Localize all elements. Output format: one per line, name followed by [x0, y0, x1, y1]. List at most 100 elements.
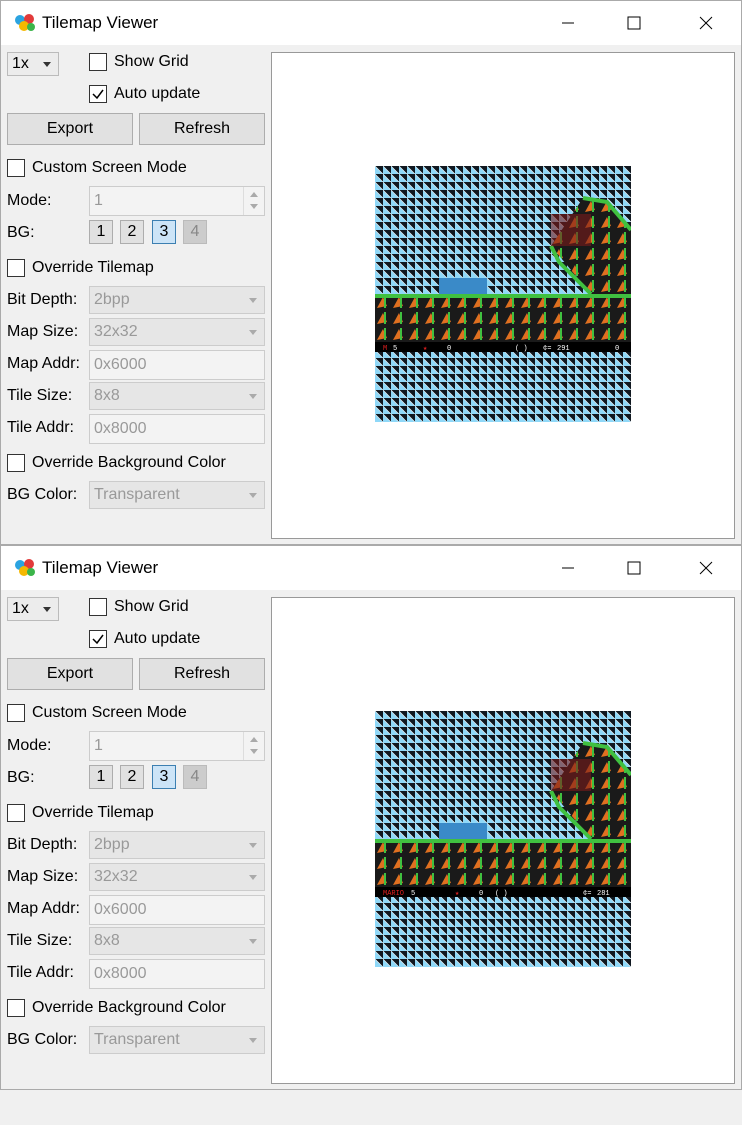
show-grid-label: Show Grid [114, 598, 189, 615]
map-size-select[interactable]: 32x32 [89, 318, 265, 346]
chevron-down-icon [249, 939, 257, 944]
custom-screen-mode-label: Custom Screen Mode [32, 159, 187, 176]
bit-depth-select[interactable]: 2bpp [89, 286, 265, 314]
mode-spinbox[interactable]: 1 [89, 731, 265, 761]
chevron-down-icon [43, 62, 51, 67]
export-button[interactable]: Export [7, 113, 133, 145]
chevron-down-icon [43, 607, 51, 612]
tilemap-canvas[interactable]: M 5 ★ 0 ( ) ¢= 291 0 [271, 52, 735, 539]
bg-color-label: BG Color: [7, 1031, 78, 1048]
show-grid-checkbox[interactable]: Show Grid [89, 598, 189, 616]
minimize-button[interactable] [553, 9, 583, 37]
tilemap-canvas[interactable]: MARIO 5 ★ 0 ( ) ¢= 281 [271, 597, 735, 1084]
tile-size-label: Tile Size: [7, 932, 73, 949]
hud-coins-count: 291 [557, 345, 570, 353]
maximize-button[interactable] [619, 554, 649, 582]
map-size-label: Map Size: [7, 868, 79, 885]
override-tilemap-checkbox[interactable]: Override Tilemap [7, 804, 154, 822]
tile-addr-input[interactable]: 0x8000 [89, 959, 265, 989]
override-tilemap-checkbox[interactable]: Override Tilemap [7, 259, 154, 277]
bg-color-select[interactable]: Transparent [89, 481, 265, 509]
bit-depth-select[interactable]: 2bpp [89, 831, 265, 859]
checkbox-box[interactable] [7, 804, 25, 822]
tile-size-select[interactable]: 8x8 [89, 927, 265, 955]
tilemap-viewer-window: Tilemap Viewer 1x Show Grid Auto update … [0, 0, 742, 545]
checkbox-box[interactable] [89, 53, 107, 71]
ground-tiles [375, 839, 631, 887]
map-addr-input[interactable]: 0x6000 [89, 350, 265, 380]
bg-layer-4-button[interactable]: 4 [183, 220, 207, 244]
map-size-label: Map Size: [7, 323, 79, 340]
coin-icon: ¢= [543, 345, 551, 353]
item-box-icon: ( ) [495, 890, 508, 898]
zoom-value: 1x [12, 600, 29, 617]
zoom-select[interactable]: 1x [7, 597, 59, 621]
checkbox-box[interactable] [7, 259, 25, 277]
minimize-button[interactable] [553, 554, 583, 582]
checkbox-box[interactable] [7, 454, 25, 472]
window-title: Tilemap Viewer [42, 13, 159, 32]
bg-layer-buttons: 1 2 3 4 [89, 765, 209, 789]
checkbox-box[interactable] [89, 598, 107, 616]
auto-update-checkbox[interactable]: Auto update [89, 85, 200, 103]
spin-up-icon [250, 192, 258, 197]
mode-spinbox[interactable]: 1 [89, 186, 265, 216]
close-icon [699, 16, 713, 30]
bg-color-select[interactable]: Transparent [89, 1026, 265, 1054]
checkbox-box[interactable] [7, 159, 25, 177]
refresh-button[interactable]: Refresh [139, 113, 265, 145]
show-grid-checkbox[interactable]: Show Grid [89, 53, 189, 71]
checkmark-icon [92, 634, 104, 645]
override-tilemap-label: Override Tilemap [32, 804, 154, 821]
tile-addr-input[interactable]: 0x8000 [89, 414, 265, 444]
spin-buttons[interactable] [243, 732, 264, 760]
auto-update-checkbox[interactable]: Auto update [89, 630, 200, 648]
bg-layer-3-button[interactable]: 3 [152, 765, 176, 789]
hud-lives-label: MARIO [383, 890, 404, 898]
titlebar: Tilemap Viewer [1, 1, 741, 45]
zoom-select[interactable]: 1x [7, 52, 59, 76]
tilemap-image: M 5 ★ 0 ( ) ¢= 291 0 [375, 166, 631, 422]
hud-stars-count: 0 [479, 890, 483, 898]
checkbox-box[interactable] [7, 999, 25, 1017]
override-bg-color-checkbox[interactable]: Override Background Color [7, 999, 226, 1017]
refresh-button[interactable]: Refresh [139, 658, 265, 690]
water-tiles [439, 823, 487, 839]
tile-size-select[interactable]: 8x8 [89, 382, 265, 410]
export-button[interactable]: Export [7, 658, 133, 690]
checkbox-box[interactable] [89, 85, 107, 103]
bg-layer-2-button[interactable]: 2 [120, 765, 144, 789]
mode-label: Mode: [7, 737, 52, 754]
show-grid-label: Show Grid [114, 53, 189, 70]
chevron-down-icon [249, 394, 257, 399]
bg-layer-1-button[interactable]: 1 [89, 220, 113, 244]
map-size-select[interactable]: 32x32 [89, 863, 265, 891]
spin-buttons[interactable] [243, 187, 264, 215]
checkbox-box[interactable] [7, 704, 25, 722]
close-button[interactable] [691, 554, 721, 582]
hud-lives-label: M [383, 345, 387, 353]
bit-depth-label: Bit Depth: [7, 836, 78, 853]
map-addr-label: Map Addr: [7, 900, 80, 917]
tile-size-value: 8x8 [94, 387, 120, 404]
bg-layer-2-button[interactable]: 2 [120, 220, 144, 244]
app-icon [15, 559, 35, 576]
close-button[interactable] [691, 9, 721, 37]
hud-stars-count: 0 [447, 345, 451, 353]
auto-update-label: Auto update [114, 85, 201, 102]
maximize-button[interactable] [619, 9, 649, 37]
override-bg-color-checkbox[interactable]: Override Background Color [7, 454, 226, 472]
custom-screen-mode-checkbox[interactable]: Custom Screen Mode [7, 159, 187, 177]
override-bg-color-label: Override Background Color [32, 454, 226, 471]
tile-addr-value: 0x8000 [94, 420, 147, 437]
tilemap-image: MARIO 5 ★ 0 ( ) ¢= 281 [375, 711, 631, 967]
close-icon [699, 561, 713, 575]
checkbox-box[interactable] [89, 630, 107, 648]
map-addr-input[interactable]: 0x6000 [89, 895, 265, 925]
bg-layer-1-button[interactable]: 1 [89, 765, 113, 789]
map-size-value: 32x32 [94, 868, 138, 885]
bg-layer-3-button[interactable]: 3 [152, 220, 176, 244]
bg-layer-4-button[interactable]: 4 [183, 765, 207, 789]
status-bar [375, 342, 631, 352]
custom-screen-mode-checkbox[interactable]: Custom Screen Mode [7, 704, 187, 722]
